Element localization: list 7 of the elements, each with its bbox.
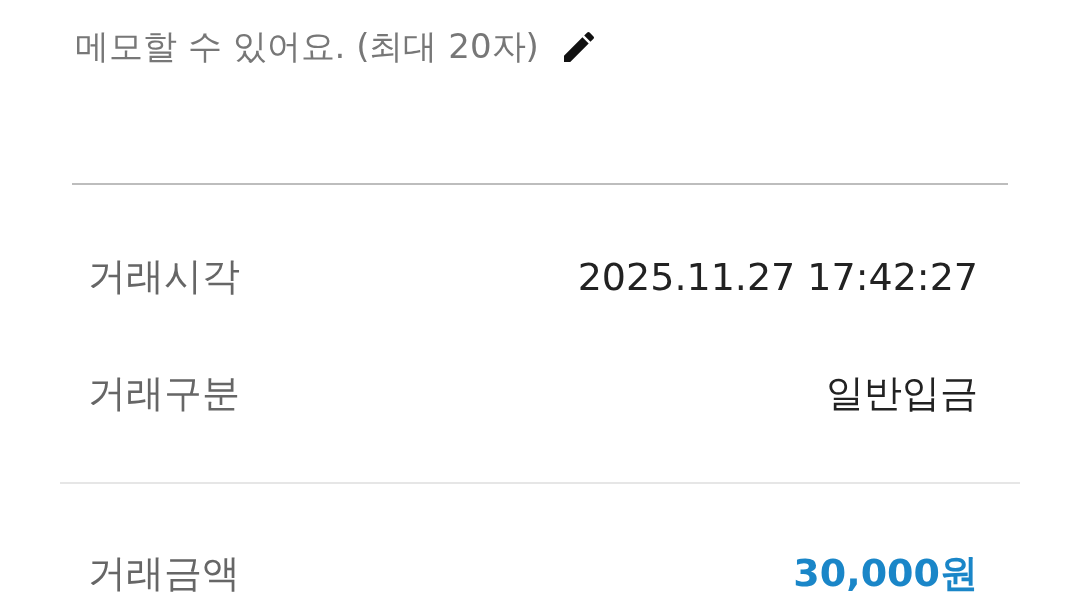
detail-label: 거래시각 bbox=[88, 253, 240, 300]
detail-label: 거래구분 bbox=[88, 370, 240, 417]
detail-value: 일반입금 bbox=[826, 370, 978, 417]
detail-value: 2025.11.27 17:42:27 bbox=[577, 254, 978, 299]
memo-hint: 메모할 수 있어요. (최대 20자) bbox=[75, 25, 539, 68]
amount-label: 거래금액 bbox=[88, 550, 240, 597]
amount-value: 30,000원 bbox=[793, 550, 978, 597]
